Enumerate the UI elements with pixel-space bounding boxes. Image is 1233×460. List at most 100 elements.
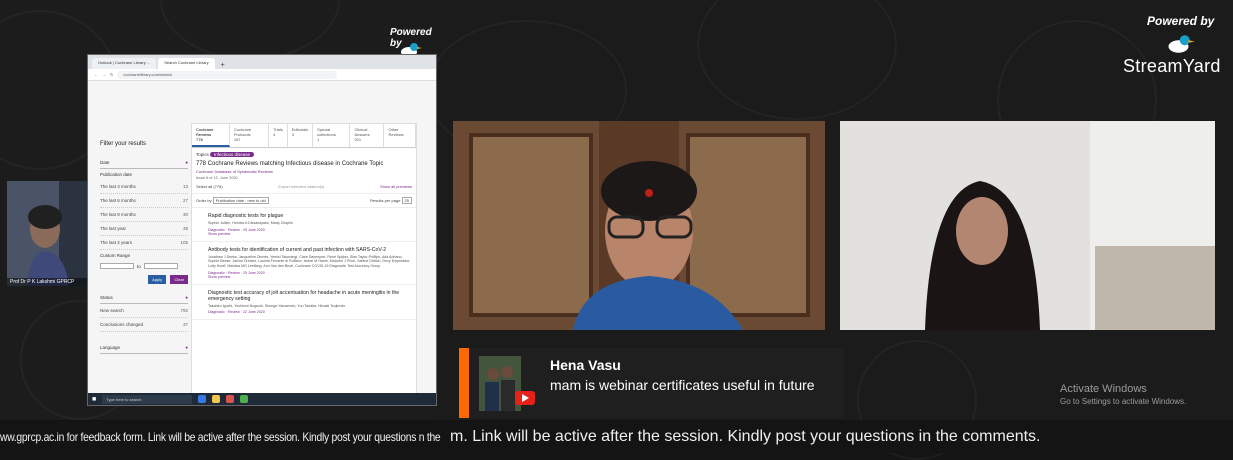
reload-icon[interactable]: ↻ [110, 72, 113, 77]
filter-row[interactable]: The last 2 years 105 [100, 236, 188, 250]
tab-label: Cochrane Protocols [233, 127, 252, 137]
app-icon[interactable] [226, 395, 235, 403]
tab-label: Editorials [291, 127, 309, 132]
date-to-input[interactable] [143, 263, 178, 269]
show-previews-link[interactable]: Show all previews [380, 184, 412, 189]
order-by-select[interactable]: Publication date : new to old [212, 197, 269, 204]
tab-label: Cochrane Reviews [196, 127, 214, 137]
result-title[interactable]: Diagnostic test accuracy of jolt accentu… [208, 290, 412, 302]
filter-row-count: 792 [180, 308, 188, 313]
cochrane-page: Filter your results Date ● Publication d… [88, 81, 436, 398]
filter-row-label: The last year [100, 226, 127, 231]
windows-taskbar: ■ Type here to search [88, 393, 436, 405]
show-preview-link[interactable]: Show preview [208, 275, 412, 279]
scrolling-ticker: ww.gprcp.ac.in for feedback form. Link w… [0, 420, 1233, 453]
presenter-camera-small: Prof Dr P K Lakshmi GPRCP [7, 181, 87, 286]
info-icon[interactable]: ● [185, 160, 188, 165]
background-leaf [160, 0, 340, 60]
url-input[interactable]: cochranelibrary.com/search [117, 70, 338, 79]
filter-row[interactable]: Conclusions changed 37 [100, 318, 188, 332]
comment-accent-bar [459, 348, 469, 418]
select-all-checkbox[interactable]: Select all (778) [196, 184, 223, 189]
clear-button[interactable]: Clear [170, 275, 188, 284]
filter-row-count: 105 [180, 240, 188, 245]
windows-start-icon[interactable]: ■ [92, 396, 96, 403]
filter-section-label: Language [100, 345, 121, 350]
filter-section-label: Status [100, 295, 113, 300]
filter-row[interactable]: The last 6 months 27 [100, 194, 188, 208]
custom-range-row: to [100, 261, 188, 271]
database-name[interactable]: Cochrane Database of Systematic Reviews [192, 167, 416, 176]
folder-icon[interactable] [212, 395, 221, 403]
address-bar: ← → ↻ cochranelibrary.com/search [88, 69, 436, 81]
per-page-select[interactable]: 25 [401, 197, 412, 204]
tab-cochrane-protocols[interactable]: Cochrane Protocols 167 [230, 124, 270, 147]
taskbar-search-placeholder: Type here to search [106, 396, 142, 402]
guest-camera [840, 121, 1215, 330]
filter-subtitle: Publication date [100, 172, 133, 177]
tab-count: 201 [354, 137, 362, 142]
filter-row[interactable]: The last 9 months 30 [100, 208, 188, 222]
tab-trials[interactable]: Trials 4 [269, 124, 288, 147]
date-from-input[interactable] [100, 263, 134, 269]
participant-name-label: Prof Dr P K Lakshmi GPRCP [7, 278, 87, 286]
back-icon[interactable]: ← [94, 72, 98, 77]
tab-special-collections[interactable]: Special collections 1 [313, 124, 351, 147]
tab-count: 1 [317, 137, 320, 142]
streamyard-duck-icon [1168, 35, 1195, 53]
shared-screen: Outlook | Cochrane Library ... Search Co… [87, 54, 437, 406]
range-actions: Apply Clear [100, 271, 188, 292]
tab-cochrane-reviews[interactable]: Cochrane Reviews 778 [192, 124, 230, 147]
apply-button[interactable]: Apply [148, 275, 167, 284]
filter-section-status[interactable]: Status ● [100, 292, 188, 304]
filter-row[interactable]: The last 3 months 13 [100, 180, 188, 194]
filter-row-label: The last 9 months [100, 212, 136, 217]
activate-windows-subtitle: Go to Settings to activate Windows. [1060, 397, 1187, 406]
result-authors: Jonathan J Deeks, Jacqueline Dinnes, Yem… [208, 254, 411, 269]
browser-tab[interactable]: Outlook | Cochrane Library ... [92, 58, 157, 69]
tab-count: 4 [273, 132, 276, 137]
export-link[interactable]: Export selected citation(s) [278, 184, 324, 189]
new-tab-icon[interactable]: + [217, 62, 229, 69]
filter-row[interactable]: The last year 39 [100, 222, 188, 236]
filter-row-label: New search [100, 308, 124, 313]
background-leaf [697, 0, 897, 120]
forward-icon[interactable]: → [102, 72, 106, 77]
result-title[interactable]: Antibody tests for identification of cur… [208, 247, 412, 253]
powered-by-label: Powered by [1147, 14, 1215, 28]
topic-pill[interactable]: Infectious disease [210, 152, 255, 157]
edge-icon[interactable] [198, 395, 207, 403]
filter-panel: Filter your results Date ● Publication d… [100, 141, 188, 354]
filter-section-date[interactable]: Date ● [100, 157, 188, 169]
streamyard-logo: StreamYard [1123, 56, 1221, 76]
taskbar-search[interactable]: Type here to search [102, 394, 193, 404]
results-sort-bar: Order by Publication date : new to old R… [192, 194, 416, 208]
info-icon[interactable]: ● [185, 295, 188, 300]
result-item: Antibody tests for identification of cur… [192, 242, 416, 285]
activate-windows-title: Activate Windows [1060, 383, 1147, 395]
show-preview-link[interactable]: Show preview [208, 232, 412, 236]
tab-count: 3 [291, 132, 294, 137]
browser-tab-active[interactable]: Search Cochrane Library [158, 58, 215, 69]
tab-other-reviews[interactable]: Other Reviews [384, 124, 417, 147]
filter-section-language[interactable]: Language ● [100, 342, 188, 354]
filter-row-label: The last 3 months [100, 184, 136, 189]
filter-row-count: 39 [182, 226, 188, 231]
tab-editorials[interactable]: Editorials 3 [288, 124, 314, 147]
tab-count: 167 [233, 137, 241, 142]
results-actions: Select all (778) Export selected citatio… [192, 180, 416, 194]
presenter-video [7, 181, 87, 286]
featured-comment-banner: Hena Vasu mam is webinar certificates us… [459, 348, 844, 418]
result-item: Diagnostic test accuracy of jolt accentu… [192, 285, 416, 321]
filter-row[interactable]: New search 792 [100, 304, 188, 318]
tab-clinical-answers[interactable]: Clinical Answers 201 [350, 124, 385, 147]
topic-prefix: Topics [196, 152, 209, 157]
order-by-label: Order by [196, 198, 212, 203]
filter-title: Filter your results [100, 141, 147, 147]
info-icon[interactable]: ● [185, 345, 188, 350]
results-heading: 778 Cochrane Reviews matching Infectious… [196, 161, 384, 167]
per-page-label: Results per page [370, 198, 401, 203]
result-title[interactable]: Rapid diagnostic tests for plague [208, 213, 412, 219]
results-panel: Cochrane Reviews 778 Cochrane Protocols 16… [191, 123, 417, 398]
chrome-icon[interactable] [240, 395, 249, 403]
